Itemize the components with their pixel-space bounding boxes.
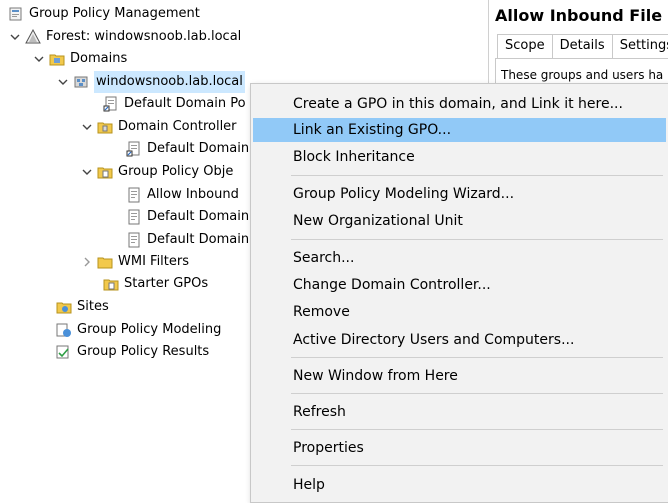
tree-label-selected: windowsnoob.lab.local <box>94 71 245 93</box>
menu-item-modeling-wizard[interactable]: Group Policy Modeling Wizard... <box>253 182 666 206</box>
menu-separator <box>291 393 663 394</box>
menu-item-new-ou[interactable]: New Organizational Unit <box>253 209 666 233</box>
sites-folder-icon <box>56 302 72 314</box>
tree-item-gp-results[interactable]: Group Policy Results <box>56 341 209 363</box>
group-policy-management-icon <box>9 7 22 21</box>
tab-details[interactable]: Details <box>551 34 613 58</box>
ou-folder-icon <box>97 122 113 134</box>
gpo-link-icon <box>126 141 140 157</box>
tree-label: Default Domain Po <box>124 96 246 111</box>
menu-item-link-existing-gpo[interactable]: Link an Existing GPO... <box>253 118 666 142</box>
domains-folder-icon <box>49 54 65 66</box>
tree-item-gpo-objects[interactable]: Group Policy Obje <box>81 161 233 183</box>
details-title: Allow Inbound File a <box>495 6 668 25</box>
tree-label: WMI Filters <box>118 254 190 269</box>
tree-item-sites[interactable]: Sites <box>56 296 109 318</box>
tree-label: Group Policy Management <box>29 6 200 21</box>
menu-item-properties[interactable]: Properties <box>253 436 666 460</box>
menu-separator <box>291 465 663 466</box>
gpo-link-icon <box>103 96 117 112</box>
menu-separator <box>291 357 663 358</box>
menu-separator <box>291 175 663 176</box>
tree-item-default-domain-policy[interactable]: Default Domain Po <box>103 93 246 115</box>
results-icon <box>56 345 69 359</box>
tree-item-starter-gpos[interactable]: Starter GPOs <box>103 273 208 295</box>
gpo-icon <box>128 187 140 203</box>
tree-label: Forest: windowsnoob.lab.local <box>46 29 242 44</box>
gpo-icon <box>128 232 140 248</box>
menu-item-remove[interactable]: Remove <box>253 300 666 324</box>
menu-item-new-window[interactable]: New Window from Here <box>253 364 666 388</box>
tree-item-allow-inbound[interactable]: Allow Inbound <box>126 184 239 206</box>
domain-icon <box>74 76 88 88</box>
gpo-folder-icon <box>97 167 113 179</box>
gpo-icon <box>128 209 140 225</box>
tree-item-domain[interactable]: windowsnoob.lab.local <box>57 71 245 93</box>
tree-label: Default Domain <box>147 209 250 224</box>
tree-label: Group Policy Obje <box>118 164 234 179</box>
tree-item-root[interactable]: Group Policy Management <box>8 3 200 25</box>
chevron-down-icon[interactable] <box>81 121 93 133</box>
tree-label: Allow Inbound <box>147 187 239 202</box>
tree-label: Default Domain <box>147 141 250 156</box>
tree-item-default-domain-1[interactable]: Default Domain <box>126 206 249 228</box>
menu-item-block-inheritance[interactable]: Block Inheritance <box>253 145 666 169</box>
tab-settings[interactable]: Settings <box>611 34 668 58</box>
menu-item-change-dc[interactable]: Change Domain Controller... <box>253 273 666 297</box>
menu-separator <box>291 239 663 240</box>
forest-icon <box>25 29 41 44</box>
tree-label: Default Domain <box>147 232 250 247</box>
wmi-folder-icon <box>97 257 113 269</box>
tab-scope[interactable]: Scope <box>497 34 553 58</box>
chevron-down-icon[interactable] <box>9 31 21 43</box>
starter-gpo-folder-icon <box>103 279 119 291</box>
menu-item-create-gpo[interactable]: Create a GPO in this domain, and Link it… <box>253 92 666 116</box>
modeling-icon <box>56 323 71 337</box>
menu-item-refresh[interactable]: Refresh <box>253 400 666 424</box>
tree-item-domain-controllers[interactable]: Domain Controller <box>81 116 237 138</box>
tree-item-default-domain-controllers[interactable]: Default Domain <box>126 138 249 160</box>
chevron-down-icon[interactable] <box>33 53 45 65</box>
details-tabs: Scope Details Settings <box>497 34 668 58</box>
tree-item-forest[interactable]: Forest: windowsnoob.lab.local <box>9 26 241 48</box>
tree-label: Starter GPOs <box>124 276 209 291</box>
menu-item-search[interactable]: Search... <box>253 246 666 270</box>
menu-item-ad-users-computers[interactable]: Active Directory Users and Computers... <box>253 328 666 352</box>
chevron-down-icon[interactable] <box>81 166 93 178</box>
tree-item-domains[interactable]: Domains <box>33 48 127 70</box>
menu-item-help[interactable]: Help <box>253 473 666 497</box>
tree-label: Domains <box>70 51 128 66</box>
tree-label: Group Policy Results <box>77 344 210 359</box>
security-filter-text: These groups and users ha <box>501 68 664 82</box>
chevron-right-icon[interactable] <box>81 256 93 268</box>
tree-label: Sites <box>77 299 109 314</box>
tree-label: Group Policy Modeling <box>77 322 222 337</box>
tree-item-gp-modeling[interactable]: Group Policy Modeling <box>56 319 221 341</box>
tree-label: Domain Controller <box>118 119 237 134</box>
chevron-down-icon[interactable] <box>57 76 69 88</box>
menu-separator <box>291 429 663 430</box>
tree-item-wmi-filters[interactable]: WMI Filters <box>81 251 189 273</box>
tree-item-default-domain-2[interactable]: Default Domain <box>126 229 249 251</box>
context-menu: Create a GPO in this domain, and Link it… <box>250 83 668 503</box>
